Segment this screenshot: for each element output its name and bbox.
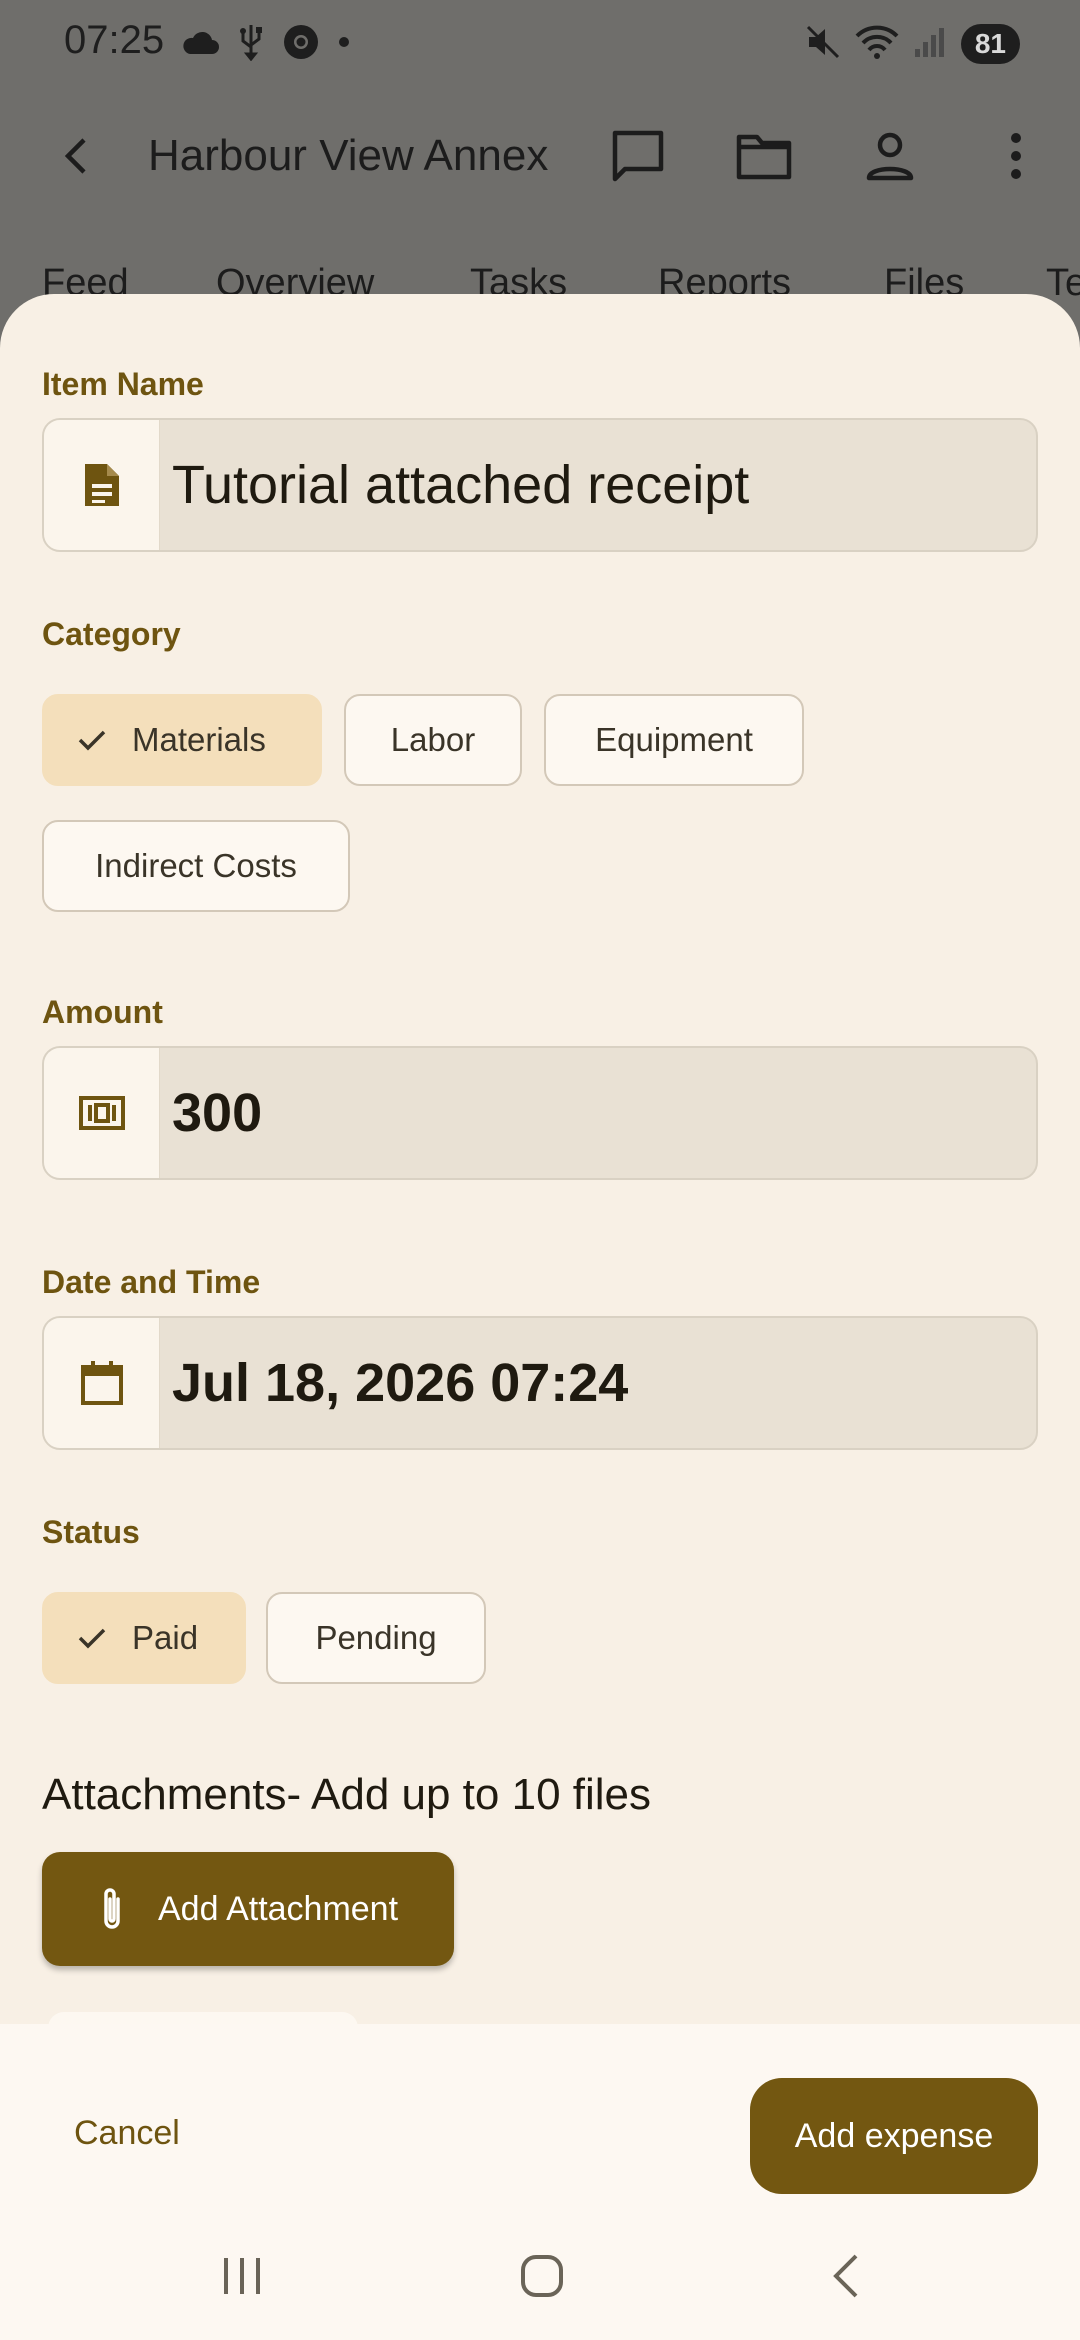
money-icon — [44, 1048, 160, 1178]
system-back-icon[interactable] — [806, 2236, 886, 2316]
add-expense-sheet: Item Name Tutorial attached receipt Cate… — [0, 294, 1080, 2340]
wifi-icon — [855, 24, 899, 65]
category-chip-labor[interactable]: Labor — [344, 694, 522, 786]
dot-icon — [338, 35, 350, 53]
home-icon[interactable] — [502, 2236, 582, 2316]
category-chip-indirect-costs[interactable]: Indirect Costs — [42, 820, 350, 912]
status-label: Status — [42, 1514, 140, 1550]
back-arrow-icon[interactable] — [50, 128, 106, 184]
status-chip-pending[interactable]: Pending — [266, 1592, 486, 1684]
check-icon — [74, 722, 110, 758]
status-time: 07:25 — [64, 18, 165, 62]
date-time-label: Date and Time — [42, 1264, 261, 1300]
amount-input[interactable]: 300 — [160, 1048, 1036, 1178]
recent-apps-icon[interactable] — [202, 2236, 282, 2316]
chip-label: Materials — [132, 721, 266, 758]
usb-icon — [238, 23, 264, 66]
battery-indicator: 81 — [960, 24, 1020, 64]
system-nav-bar — [0, 2210, 1080, 2340]
status-icons-right: 81 — [805, 22, 1020, 66]
category-chip-equipment[interactable]: Equipment — [544, 694, 804, 786]
amount-label: Amount — [42, 994, 163, 1030]
chat-icon[interactable] — [606, 124, 670, 188]
chip-label: Pending — [315, 1619, 437, 1656]
add-attachment-label: Add Attachment — [158, 1889, 399, 1928]
document-icon — [44, 420, 160, 550]
person-icon[interactable] — [858, 124, 922, 188]
cloud-icon — [180, 28, 220, 61]
chrome-icon — [282, 23, 320, 66]
app-bar: Harbour View Annex — [0, 110, 1080, 200]
project-title: Harbour View Annex — [148, 131, 549, 180]
chip-label: Paid — [132, 1619, 199, 1656]
item-name-field[interactable]: Tutorial attached receipt — [42, 418, 1038, 552]
chip-label: Labor — [390, 721, 476, 758]
item-name-label: Item Name — [42, 366, 204, 402]
calendar-icon — [44, 1318, 160, 1448]
attachments-title: Attachments- Add up to 10 files — [42, 1770, 652, 1819]
status-bar: 07:25 81 — [0, 0, 1080, 90]
chip-label: Equipment — [595, 721, 753, 758]
status-chip-paid[interactable]: Paid — [42, 1592, 246, 1684]
cancel-button[interactable]: Cancel — [42, 2078, 212, 2188]
signal-icon — [913, 25, 947, 64]
add-expense-button[interactable]: Add expense — [750, 2078, 1038, 2194]
status-icons-left — [180, 22, 350, 66]
item-name-input[interactable]: Tutorial attached receipt — [160, 420, 1036, 550]
sheet-footer: Cancel Add expense — [0, 2024, 1080, 2340]
date-time-input[interactable]: Jul 18, 2026 07:24 — [160, 1318, 1036, 1448]
paperclip-icon — [92, 1883, 132, 1935]
tab-more[interactable]: Te — [1046, 262, 1080, 305]
add-attachment-button[interactable]: Add Attachment — [42, 1852, 454, 1966]
folder-icon[interactable] — [732, 124, 796, 188]
category-chip-materials[interactable]: Materials — [42, 694, 322, 786]
more-vert-icon[interactable] — [984, 124, 1048, 188]
amount-field[interactable]: 300 — [42, 1046, 1038, 1180]
date-time-field[interactable]: Jul 18, 2026 07:24 — [42, 1316, 1038, 1450]
check-icon — [74, 1620, 110, 1656]
mute-icon — [805, 24, 841, 65]
category-label: Category — [42, 616, 181, 652]
chip-label: Indirect Costs — [95, 847, 297, 884]
